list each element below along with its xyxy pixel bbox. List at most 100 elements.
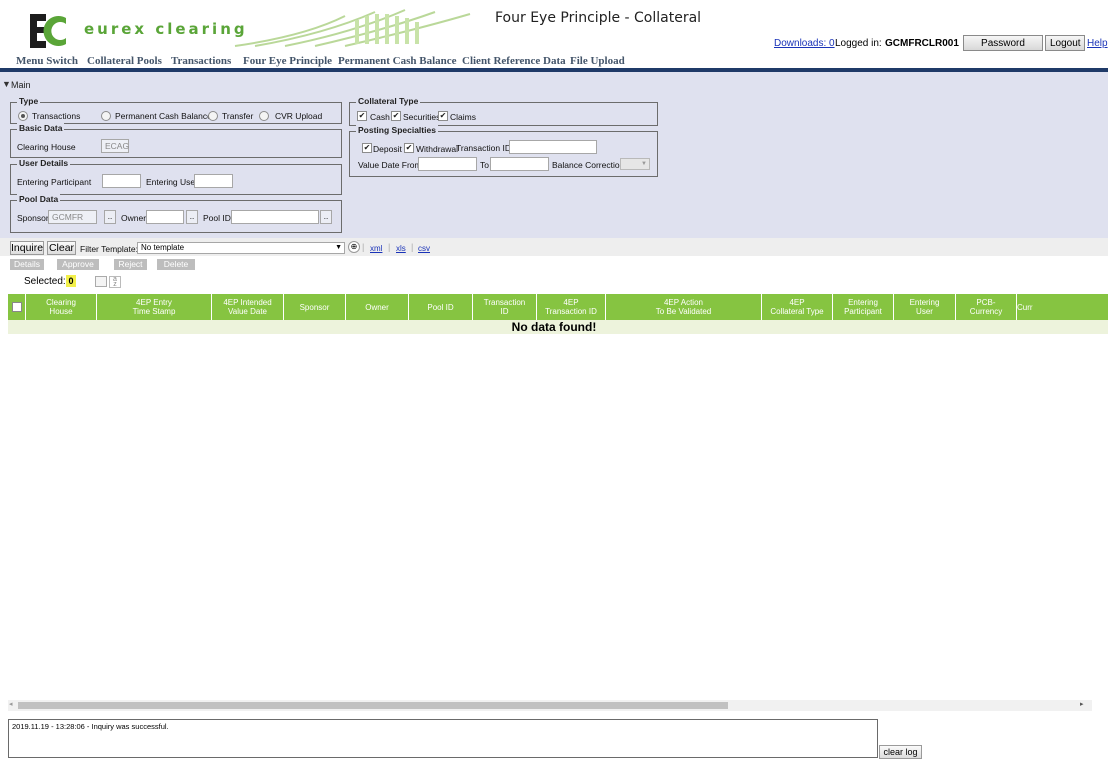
clearing-house-label: Clearing House bbox=[17, 142, 76, 152]
deposit-checkbox[interactable]: ✔ bbox=[362, 143, 372, 153]
selected-label: Selected: bbox=[24, 276, 66, 287]
column-header-clearing-house[interactable]: Clearing House bbox=[26, 294, 97, 320]
claims-checkbox[interactable]: ✔ bbox=[438, 111, 448, 121]
posting-specialties-legend: Posting Specialties bbox=[356, 125, 438, 135]
claims-label: Claims bbox=[450, 112, 476, 122]
menu-file-upload[interactable]: File Upload bbox=[570, 55, 625, 67]
entering-user-label: Entering User bbox=[146, 177, 198, 187]
scroll-left-icon[interactable]: ◂ bbox=[9, 700, 13, 708]
eurex-logo bbox=[30, 14, 66, 48]
filter-template-label: Filter Template: bbox=[80, 244, 138, 254]
column-header-pcb-currency[interactable]: PCB- Currency bbox=[956, 294, 1017, 320]
column-header-owner[interactable]: Owner bbox=[346, 294, 409, 320]
entering-participant-label: Entering Participant bbox=[17, 177, 92, 187]
column-header-transaction-id[interactable]: Transaction ID bbox=[473, 294, 537, 320]
export-xml-link[interactable]: xml bbox=[370, 244, 382, 253]
logged-in-label: Logged in: bbox=[835, 38, 882, 49]
column-header-entering-user[interactable]: Entering User bbox=[894, 294, 956, 320]
separator: | bbox=[362, 242, 365, 252]
delete-button[interactable]: Delete bbox=[157, 259, 195, 270]
menu-collateral-pools[interactable]: Collateral Pools bbox=[87, 55, 162, 67]
cash-checkbox[interactable]: ✔ bbox=[357, 111, 367, 121]
pool-id-field[interactable] bbox=[231, 210, 319, 224]
column-header-entering-participant[interactable]: Entering Participant bbox=[833, 294, 894, 320]
transaction-id-label: Transaction ID bbox=[456, 143, 511, 153]
value-date-to-field[interactable] bbox=[490, 157, 549, 171]
sort-icon[interactable]: az bbox=[109, 276, 121, 288]
menu-switch[interactable]: Menu Switch bbox=[16, 55, 78, 67]
securities-checkbox[interactable]: ✔ bbox=[391, 111, 401, 121]
clear-log-button[interactable]: clear log bbox=[879, 745, 922, 759]
menu-four-eye-principle[interactable]: Four Eye Principle bbox=[243, 55, 332, 67]
column-header-currency[interactable]: Curr bbox=[1017, 294, 1043, 320]
entering-participant-field[interactable] bbox=[102, 174, 141, 188]
sponsor-label: Sponsor bbox=[17, 213, 49, 223]
filter-template-value: No template bbox=[141, 243, 185, 252]
sponsor-lookup-button[interactable]: .. bbox=[104, 210, 116, 224]
balance-correction-select[interactable]: ▼ bbox=[620, 158, 650, 170]
header-decoration bbox=[234, 9, 471, 47]
type-radio-permanent-cash-balance[interactable] bbox=[101, 111, 111, 121]
withdrawal-label: Withdrawal bbox=[416, 144, 459, 154]
column-settings-icon[interactable] bbox=[95, 276, 107, 287]
clearing-house-field[interactable]: ECAG bbox=[101, 139, 129, 153]
select-all-checkbox[interactable] bbox=[11, 302, 22, 312]
export-xls-link[interactable]: xls bbox=[396, 244, 406, 253]
entering-user-field[interactable] bbox=[194, 174, 233, 188]
main-section-label[interactable]: Main bbox=[11, 80, 31, 90]
column-header-intended-value-date[interactable]: 4EP Intended Value Date bbox=[212, 294, 284, 320]
logout-button[interactable]: Logout bbox=[1045, 35, 1085, 51]
type-option-transfer: Transfer bbox=[222, 111, 254, 121]
type-radio-transactions[interactable] bbox=[18, 111, 28, 121]
sponsor-field[interactable]: GCMFR bbox=[48, 210, 97, 224]
password-reset-button[interactable]: Password Reset bbox=[963, 35, 1043, 65]
column-header-collateral-type[interactable]: 4EP Collateral Type bbox=[762, 294, 833, 320]
value-date-from-field[interactable] bbox=[418, 157, 477, 171]
deposit-label: Deposit bbox=[373, 144, 402, 154]
menu-client-reference-data[interactable]: Client Reference Data bbox=[462, 55, 566, 67]
clear-button[interactable]: Clear bbox=[47, 241, 76, 255]
log-panel: 2019.11.19 - 13:28:06 - Inquiry was succ… bbox=[8, 719, 878, 758]
transaction-id-field[interactable] bbox=[509, 140, 597, 154]
value-date-from-label: Value Date From bbox=[358, 160, 422, 170]
log-entry: 2019.11.19 - 13:28:06 - Inquiry was succ… bbox=[12, 722, 169, 731]
details-button[interactable]: Details bbox=[10, 259, 44, 270]
column-header-entry-time-stamp[interactable]: 4EP Entry Time Stamp bbox=[97, 294, 212, 320]
downloads-link[interactable]: Downloads: 0 bbox=[774, 38, 835, 49]
withdrawal-checkbox[interactable]: ✔ bbox=[404, 143, 414, 153]
pool-id-lookup-button[interactable]: .. bbox=[320, 210, 332, 224]
help-link[interactable]: Help bbox=[1087, 38, 1108, 49]
export-csv-link[interactable]: csv bbox=[418, 244, 430, 253]
logo-text: eurex clearing bbox=[84, 20, 248, 38]
scroll-right-icon[interactable]: ▸ bbox=[1080, 700, 1084, 708]
type-option-transactions: Transactions bbox=[32, 111, 81, 121]
type-option-cvr-upload: CVR Upload bbox=[275, 111, 323, 121]
securities-label: Securities bbox=[403, 112, 441, 122]
column-header-pool-id[interactable]: Pool ID bbox=[409, 294, 473, 320]
reject-button[interactable]: Reject bbox=[114, 259, 147, 270]
scrollbar-thumb[interactable] bbox=[18, 702, 728, 709]
page-title: Four Eye Principle - Collateral bbox=[495, 10, 702, 26]
column-header-4ep-transaction-id[interactable]: 4EP Transaction ID bbox=[537, 294, 606, 320]
filter-add-icon[interactable]: ⊕ bbox=[348, 241, 360, 253]
menu-permanent-cash-balance[interactable]: Permanent Cash Balance bbox=[338, 55, 457, 67]
type-radio-transfer[interactable] bbox=[208, 111, 218, 121]
approve-button[interactable]: Approve bbox=[57, 259, 99, 270]
column-header-sponsor[interactable]: Sponsor bbox=[284, 294, 346, 320]
collapse-triangle-icon[interactable]: ▼ bbox=[2, 79, 11, 89]
basic-data-legend: Basic Data bbox=[17, 123, 65, 133]
type-option-permanent-cash-balance: Permanent Cash Balance bbox=[115, 111, 212, 121]
owner-lookup-button[interactable]: .. bbox=[186, 210, 198, 224]
balance-correction-label: Balance Correction bbox=[552, 160, 625, 170]
type-radio-cvr-upload[interactable] bbox=[259, 111, 269, 121]
pool-id-label: Pool ID bbox=[203, 213, 231, 223]
dropdown-arrow-icon: ▼ bbox=[335, 244, 342, 251]
logged-in-user: GCMFRCLR001 bbox=[885, 38, 959, 49]
owner-field[interactable] bbox=[146, 210, 184, 224]
column-header-action-to-be-validated[interactable]: 4EP Action To Be Validated bbox=[606, 294, 762, 320]
filter-template-select[interactable]: No template ▼ bbox=[137, 242, 345, 254]
user-details-legend: User Details bbox=[17, 158, 71, 168]
cash-label: Cash bbox=[370, 112, 390, 122]
menu-transactions[interactable]: Transactions bbox=[171, 55, 231, 67]
inquire-button[interactable]: Inquire bbox=[10, 241, 44, 255]
